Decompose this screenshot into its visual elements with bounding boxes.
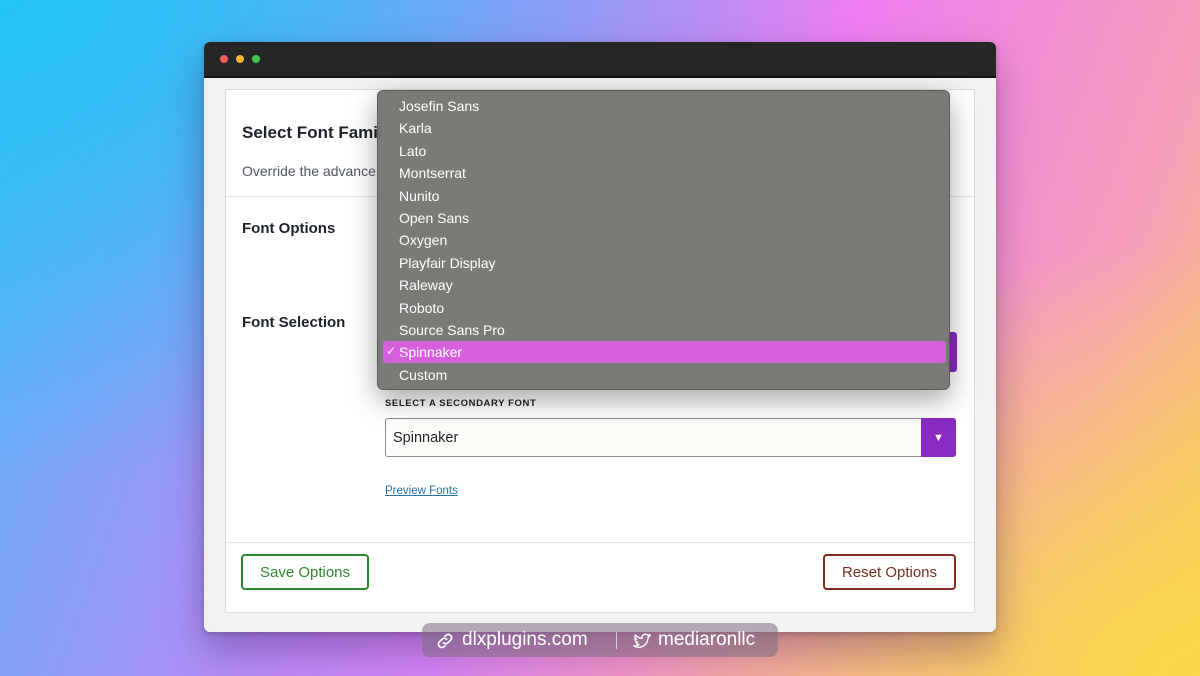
site-url: dlxplugins.com: [462, 629, 588, 650]
font-selection-label: Font Selection: [242, 314, 346, 331]
footer-credits: dlxplugins.com mediaronllc: [422, 623, 778, 657]
dropdown-option[interactable]: Roboto: [383, 297, 946, 319]
dropdown-option[interactable]: Oxygen: [383, 229, 946, 251]
footer-separator: [616, 632, 617, 649]
panel-description: Override the advance: [242, 163, 376, 179]
secondary-font-select[interactable]: Spinnaker ▼: [385, 418, 956, 457]
dropdown-option-selected[interactable]: ✓ Spinnaker: [383, 341, 946, 364]
minimize-window-icon[interactable]: [236, 55, 244, 63]
font-dropdown-menu[interactable]: Josefin Sans Karla Lato Montserrat Nunit…: [377, 90, 950, 390]
dropdown-option[interactable]: Nunito: [383, 185, 946, 207]
checkmark-icon: ✓: [386, 344, 397, 359]
secondary-font-value: Spinnaker: [393, 430, 459, 446]
link-icon: [437, 633, 453, 649]
close-window-icon[interactable]: [220, 55, 228, 63]
divider: [226, 542, 974, 543]
chevron-down-icon[interactable]: ▼: [921, 418, 956, 457]
dropdown-option[interactable]: Raleway: [383, 274, 946, 296]
panel-title: Select Font Famil: [242, 123, 383, 142]
secondary-font-label: SELECT A SECONDARY FONT: [385, 398, 537, 409]
dropdown-option[interactable]: Lato: [383, 140, 946, 162]
maximize-window-icon[interactable]: [252, 55, 260, 63]
preview-fonts-link[interactable]: Preview Fonts: [385, 485, 458, 497]
font-options-label: Font Options: [242, 220, 336, 237]
dropdown-option[interactable]: Montserrat: [383, 162, 946, 184]
twitter-handle: mediaronllc: [658, 629, 756, 650]
dropdown-option[interactable]: Playfair Display: [383, 252, 946, 274]
dropdown-option[interactable]: Josefin Sans: [383, 95, 946, 117]
save-options-button[interactable]: Save Options: [241, 554, 369, 590]
reset-options-button[interactable]: Reset Options: [823, 554, 956, 590]
dropdown-option[interactable]: Source Sans Pro: [383, 319, 946, 341]
twitter-bird-icon: [633, 633, 651, 648]
dropdown-option[interactable]: Custom: [383, 364, 946, 386]
dropdown-option[interactable]: Karla: [383, 117, 946, 139]
window-titlebar: [204, 42, 996, 78]
dropdown-option[interactable]: Open Sans: [383, 207, 946, 229]
